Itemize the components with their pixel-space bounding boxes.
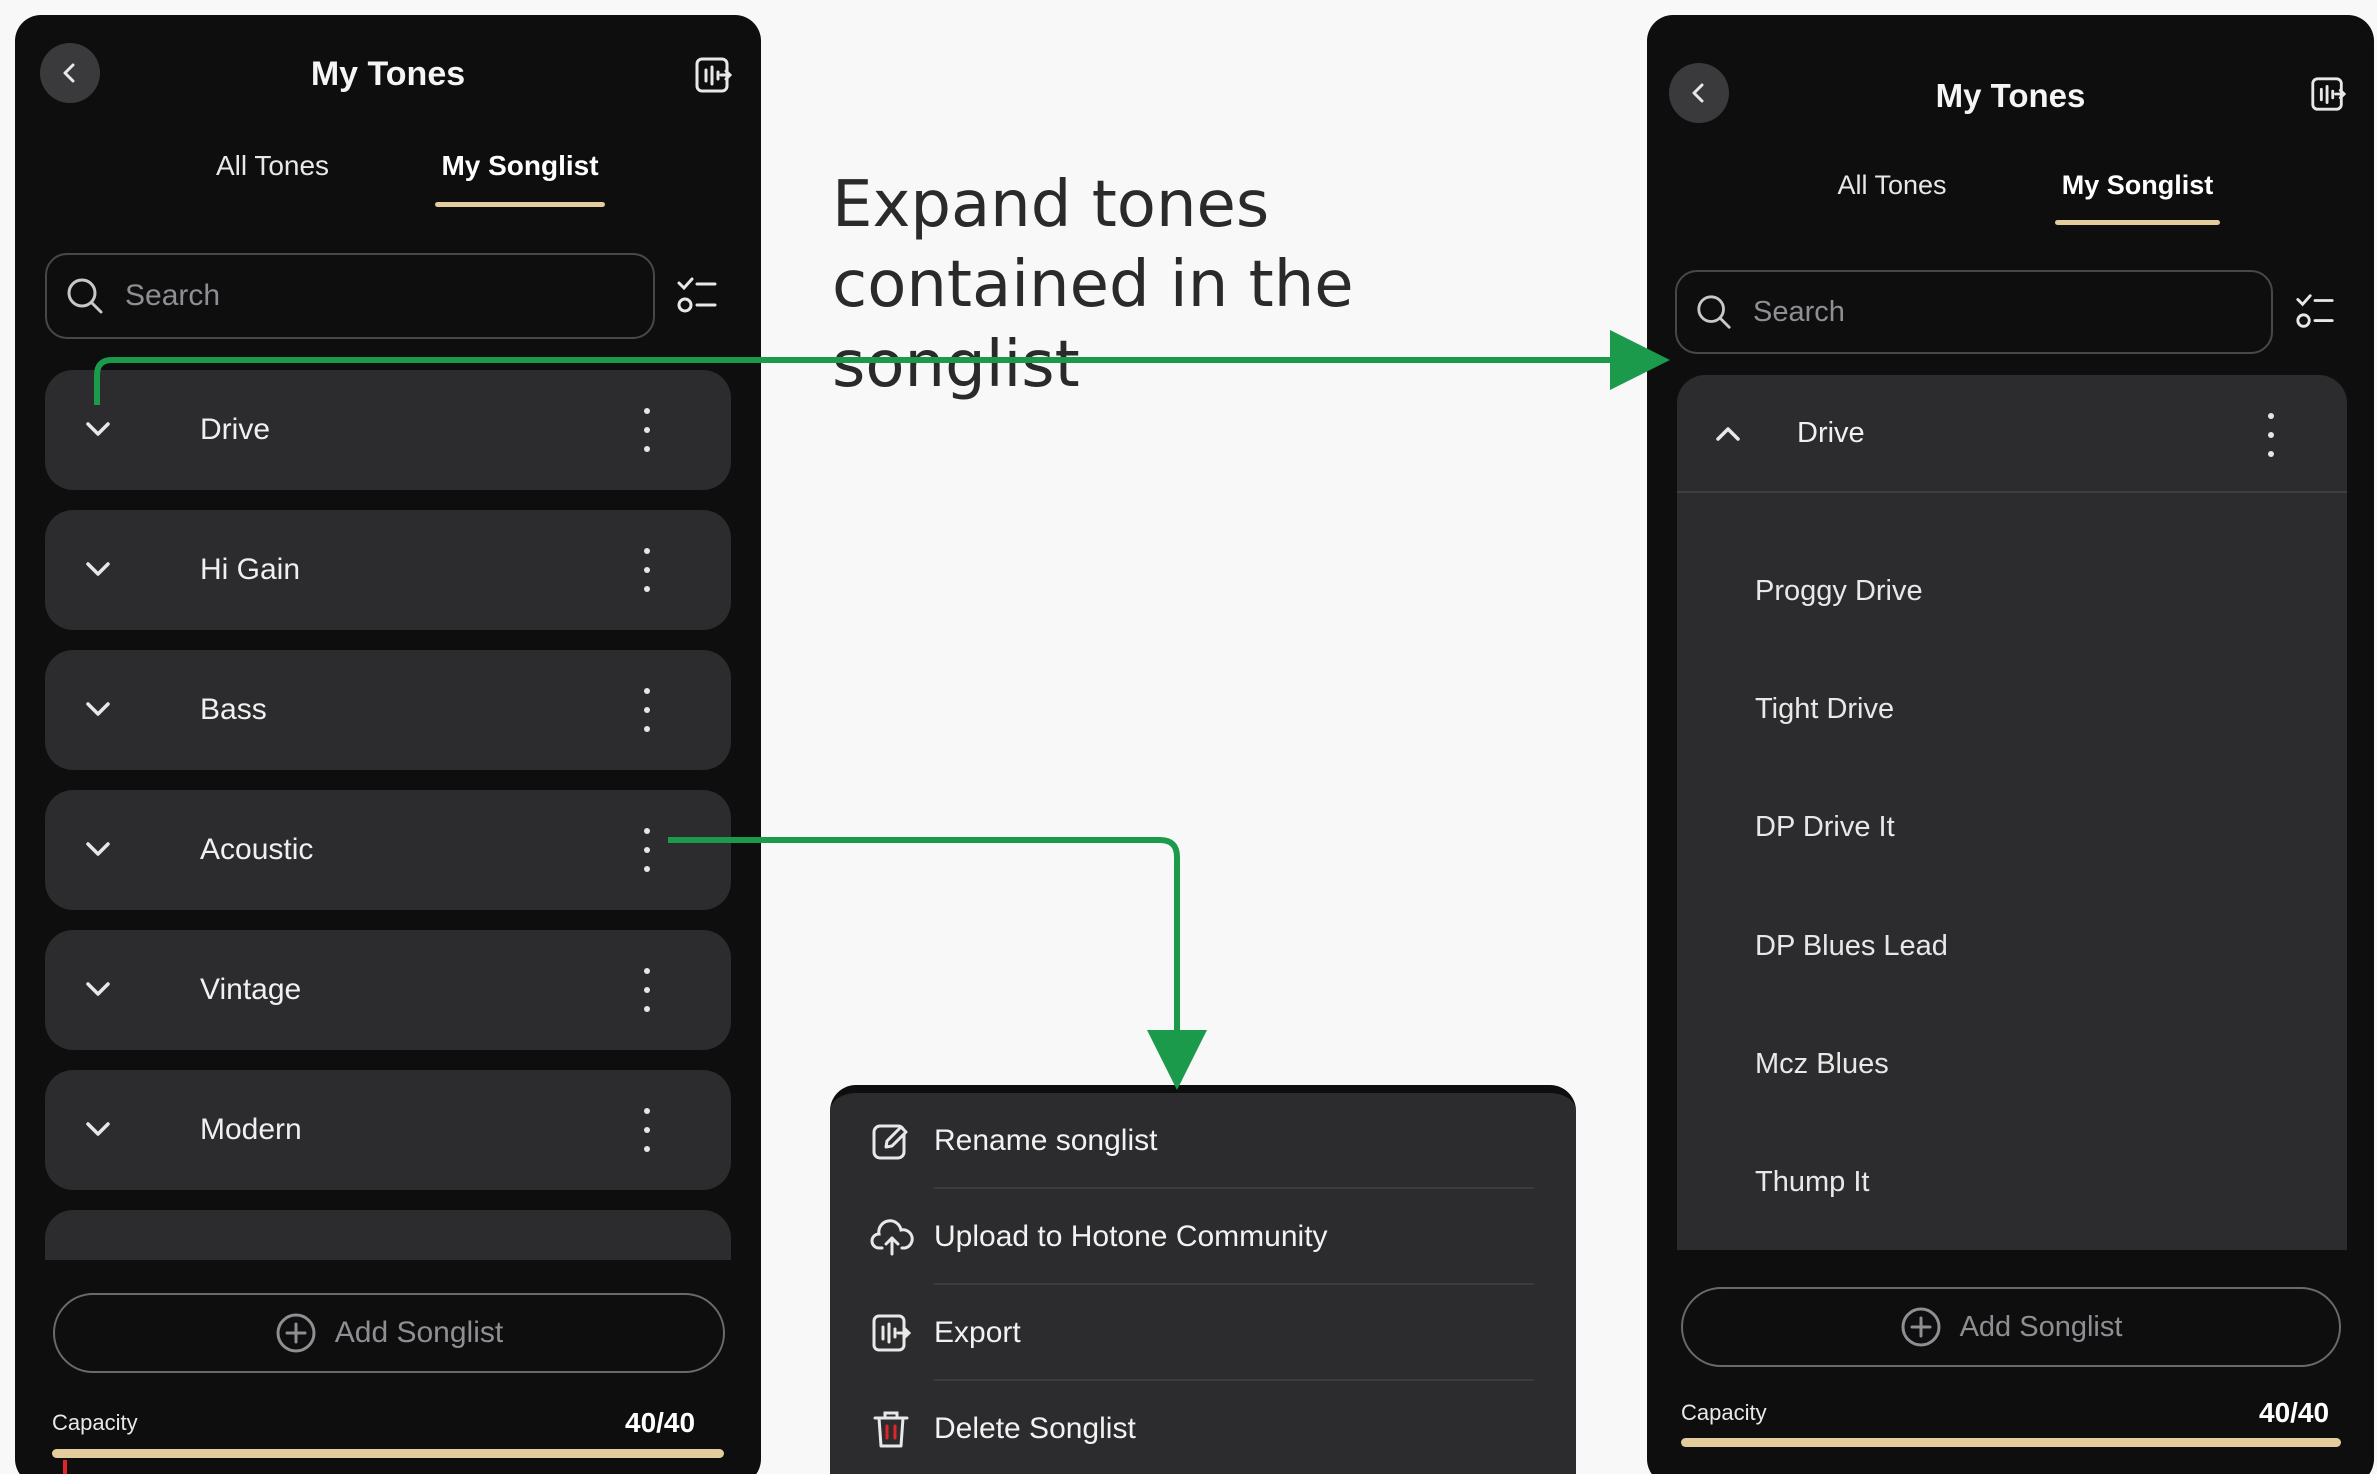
arrow-expand [94, 330, 1670, 405]
annotation-arrows [94, 330, 1670, 1090]
arrow-menu [668, 837, 1207, 1090]
